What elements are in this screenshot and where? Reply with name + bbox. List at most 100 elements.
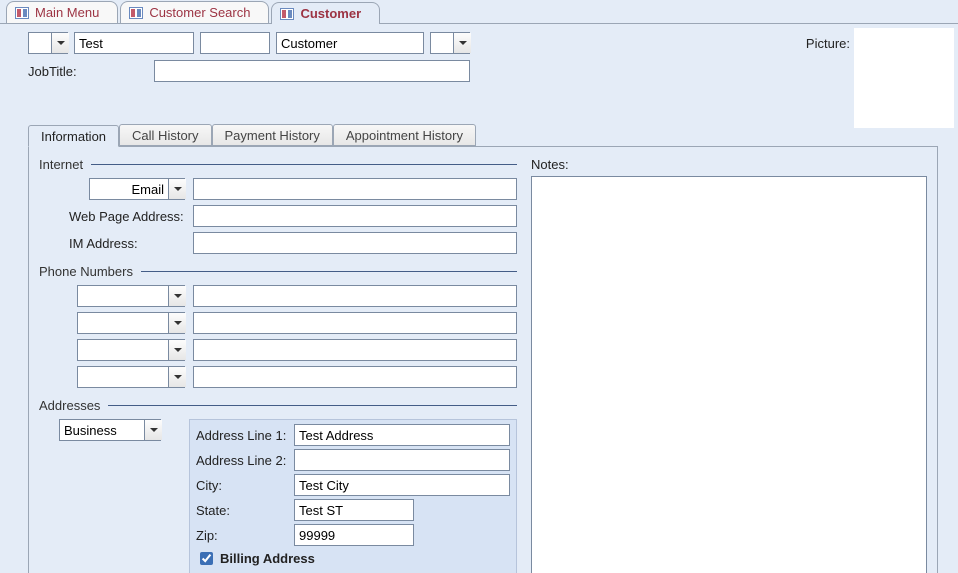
chevron-down-icon <box>150 428 158 432</box>
right-column: Notes: <box>531 157 927 573</box>
phone-type-input[interactable] <box>78 340 168 360</box>
phone-row <box>39 312 517 334</box>
window-tab-label: Main Menu <box>35 5 99 20</box>
first-name-input[interactable] <box>74 32 194 54</box>
name-prefix-input[interactable] <box>29 33 51 53</box>
group-title-text: Internet <box>39 157 83 172</box>
window-tab-customer[interactable]: Customer <box>271 2 380 24</box>
notes-input[interactable] <box>531 176 927 573</box>
im-input[interactable] <box>193 232 517 254</box>
window-tab-main-menu[interactable]: Main Menu <box>6 1 118 23</box>
information-panel: Internet Web Page Address: <box>28 146 938 573</box>
web-row: Web Page Address: <box>39 205 517 227</box>
phone-type-combo[interactable] <box>77 285 185 307</box>
email-type-input[interactable] <box>90 179 168 199</box>
tab-payment-history[interactable]: Payment History <box>212 124 333 146</box>
address-city-input[interactable] <box>294 474 510 496</box>
form-icon <box>129 7 143 19</box>
group-title-text: Addresses <box>39 398 100 413</box>
phone-type-input[interactable] <box>78 286 168 306</box>
billing-checkbox[interactable] <box>200 552 213 565</box>
app-window: Main Menu Customer Search Customer <box>0 0 958 573</box>
email-input[interactable] <box>193 178 517 200</box>
dropdown-button[interactable] <box>168 179 186 199</box>
group-title: Addresses <box>39 398 517 413</box>
addresses-group: Addresses Address Line 1: <box>39 398 517 573</box>
email-type-combo[interactable] <box>89 178 185 200</box>
picture-box[interactable] <box>854 28 954 128</box>
address-type-input[interactable] <box>60 420 144 440</box>
dropdown-button[interactable] <box>51 33 69 53</box>
billing-row: Billing Address <box>196 549 510 568</box>
phone-value-input[interactable] <box>193 312 517 334</box>
window-tab-customer-search[interactable]: Customer Search <box>120 1 269 23</box>
address-line2-input[interactable] <box>294 449 510 471</box>
dropdown-button[interactable] <box>453 33 471 53</box>
addresses-type-col <box>39 419 179 573</box>
form-icon <box>15 7 29 19</box>
subtab-label: Information <box>41 129 106 144</box>
dropdown-button[interactable] <box>168 313 186 333</box>
address-state-input[interactable] <box>294 499 414 521</box>
phone-row <box>39 339 517 361</box>
form-icon <box>280 8 294 20</box>
notes-label: Notes: <box>531 157 927 172</box>
phone-type-input[interactable] <box>78 313 168 333</box>
middle-name-input[interactable] <box>200 32 270 54</box>
name-prefix-combo[interactable] <box>28 32 68 54</box>
dropdown-button[interactable] <box>168 367 186 387</box>
address-city-label: City: <box>196 478 290 493</box>
address-zip-input[interactable] <box>294 524 414 546</box>
phone-type-combo[interactable] <box>77 312 185 334</box>
address-zip-row: Zip: <box>196 524 510 546</box>
chevron-down-icon <box>174 321 182 325</box>
dropdown-button[interactable] <box>144 420 162 440</box>
address-box: Address Line 1: Address Line 2: City: <box>189 419 517 573</box>
chevron-down-icon <box>459 41 467 45</box>
divider <box>141 271 517 272</box>
tab-appointment-history[interactable]: Appointment History <box>333 124 476 146</box>
address-line1-label: Address Line 1: <box>196 428 290 443</box>
group-title-text: Phone Numbers <box>39 264 133 279</box>
address-line1-input[interactable] <box>294 424 510 446</box>
phone-type-input[interactable] <box>78 367 168 387</box>
jobtitle-row: JobTitle: <box>28 60 938 82</box>
web-input[interactable] <box>193 205 517 227</box>
name-row <box>28 32 938 54</box>
chevron-down-icon <box>57 41 65 45</box>
tab-information[interactable]: Information <box>28 125 119 147</box>
address-type-combo[interactable] <box>59 419 161 441</box>
window-tab-label: Customer <box>300 6 361 21</box>
jobtitle-input[interactable] <box>154 60 470 82</box>
dropdown-button[interactable] <box>168 286 186 306</box>
name-suffix-input[interactable] <box>431 33 453 53</box>
internet-group: Internet Web Page Address: <box>39 157 517 254</box>
subtab-strip: Information Call History Payment History… <box>28 122 938 146</box>
phone-row <box>39 285 517 307</box>
subtab-label: Payment History <box>225 128 320 143</box>
address-line1-row: Address Line 1: <box>196 424 510 446</box>
phone-value-input[interactable] <box>193 366 517 388</box>
window-tab-strip: Main Menu Customer Search Customer <box>0 0 958 24</box>
email-row <box>39 178 517 200</box>
phone-type-combo[interactable] <box>77 366 185 388</box>
left-column: Internet Web Page Address: <box>39 157 517 573</box>
phone-type-combo[interactable] <box>77 339 185 361</box>
name-suffix-combo[interactable] <box>430 32 470 54</box>
chevron-down-icon <box>174 348 182 352</box>
web-label: Web Page Address: <box>69 209 184 224</box>
last-name-input[interactable] <box>276 32 424 54</box>
divider <box>91 164 517 165</box>
phone-group: Phone Numbers <box>39 264 517 388</box>
im-label: IM Address: <box>69 236 138 251</box>
addresses-grid: Address Line 1: Address Line 2: City: <box>39 419 517 573</box>
phone-row <box>39 366 517 388</box>
phone-value-input[interactable] <box>193 339 517 361</box>
subtab-label: Appointment History <box>346 128 463 143</box>
group-title: Internet <box>39 157 517 172</box>
window-tab-label: Customer Search <box>149 5 250 20</box>
tab-call-history[interactable]: Call History <box>119 124 211 146</box>
phone-value-input[interactable] <box>193 285 517 307</box>
dropdown-button[interactable] <box>168 340 186 360</box>
billing-label[interactable]: Billing Address <box>220 551 315 566</box>
